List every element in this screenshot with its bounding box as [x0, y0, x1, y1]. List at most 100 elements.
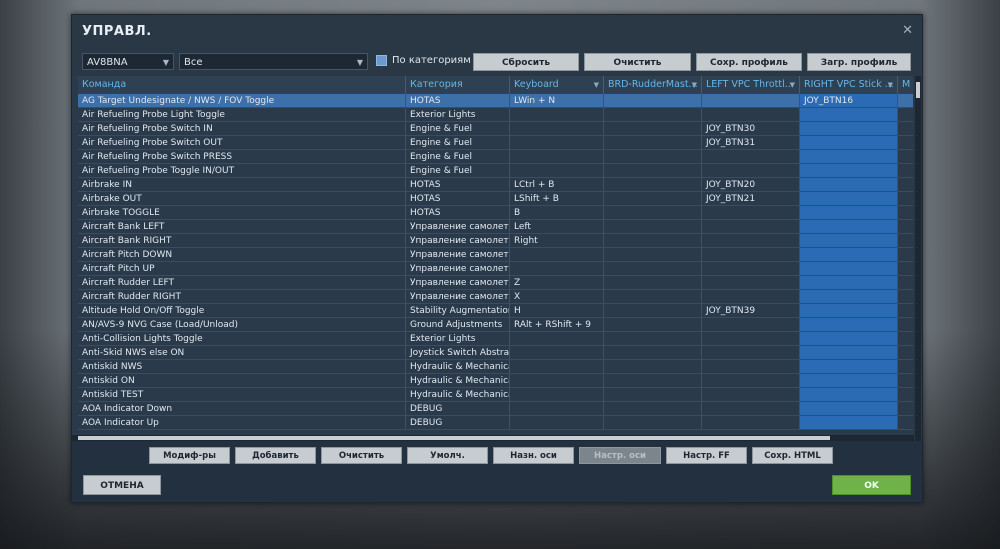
table-row[interactable]: Air Refueling Probe Switch IN Engine & Fu… [72, 122, 913, 136]
cell-brd[interactable] [604, 276, 702, 290]
cell-more[interactable] [898, 234, 913, 248]
cell-more[interactable] [898, 192, 913, 206]
cell-kb[interactable] [510, 416, 604, 430]
cell-right[interactable] [800, 164, 898, 178]
cell-more[interactable] [898, 136, 913, 150]
cell-left[interactable] [702, 150, 800, 164]
cell-kb[interactable]: Right [510, 234, 604, 248]
cell-right[interactable] [800, 304, 898, 318]
cell-left[interactable] [702, 318, 800, 332]
cell-left[interactable] [702, 234, 800, 248]
cell-kb[interactable] [510, 248, 604, 262]
cell-left[interactable]: JOY_BTN39 [702, 304, 800, 318]
cell-cat[interactable]: Управление самолетом [406, 248, 510, 262]
cell-right[interactable] [800, 402, 898, 416]
table-row[interactable]: Altitude Hold On/Off Toggle Stability Aug… [72, 304, 913, 318]
cell-cat[interactable]: Exterior Lights [406, 108, 510, 122]
cell-kb[interactable] [510, 360, 604, 374]
cell-more[interactable] [898, 150, 913, 164]
cell-brd[interactable] [604, 332, 702, 346]
table-row[interactable]: Aircraft Pitch DOWN Управление самолетом [72, 248, 913, 262]
cell-left[interactable]: JOY_BTN20 [702, 178, 800, 192]
cell-left[interactable]: JOY_BTN31 [702, 136, 800, 150]
cell-kb[interactable] [510, 164, 604, 178]
cancel-button[interactable]: ОТМЕНА [83, 475, 161, 495]
save-profile-button[interactable]: Сохр. профиль [696, 53, 802, 71]
cell-left[interactable] [702, 388, 800, 402]
table-row[interactable]: Antiskid TEST Hydraulic & Mechanical [72, 388, 913, 402]
cell-right[interactable]: JOY_BTN16 [800, 94, 898, 108]
cell-cmd[interactable]: AN/AVS-9 NVG Case (Load/Unload) [78, 318, 406, 332]
cell-cat[interactable]: Engine & Fuel [406, 122, 510, 136]
horizontal-scrollbar-thumb[interactable] [78, 436, 830, 440]
cell-cat[interactable]: DEBUG [406, 402, 510, 416]
cell-left[interactable] [702, 206, 800, 220]
cell-more[interactable] [898, 164, 913, 178]
cell-kb[interactable]: Left [510, 220, 604, 234]
cell-cmd[interactable]: Aircraft Rudder RIGHT [78, 290, 406, 304]
cell-kb[interactable] [510, 108, 604, 122]
add-button[interactable]: Добавить [235, 447, 316, 464]
modifiers-button[interactable]: Модиф-ры [149, 447, 230, 464]
cell-brd[interactable] [604, 262, 702, 276]
cell-more[interactable] [898, 416, 913, 430]
cell-brd[interactable] [604, 192, 702, 206]
cell-cmd[interactable]: Aircraft Bank RIGHT [78, 234, 406, 248]
cell-kb[interactable] [510, 262, 604, 276]
cell-right[interactable] [800, 388, 898, 402]
cell-kb[interactable] [510, 150, 604, 164]
cell-right[interactable] [800, 192, 898, 206]
cell-cmd[interactable]: Anti-Skid NWS else ON [78, 346, 406, 360]
cell-cat[interactable]: Управление самолетом [406, 220, 510, 234]
cell-left[interactable] [702, 108, 800, 122]
cell-brd[interactable] [604, 248, 702, 262]
cell-more[interactable] [898, 220, 913, 234]
cell-left[interactable] [702, 360, 800, 374]
cell-left[interactable]: JOY_BTN21 [702, 192, 800, 206]
vertical-scrollbar-thumb[interactable] [916, 82, 920, 98]
cell-cat[interactable]: Engine & Fuel [406, 164, 510, 178]
assign-axis-button[interactable]: Назн. оси [493, 447, 574, 464]
cell-kb[interactable]: X [510, 290, 604, 304]
cell-brd[interactable] [604, 136, 702, 150]
cell-cmd[interactable]: Air Refueling Probe Toggle IN/OUT [78, 164, 406, 178]
cell-more[interactable] [898, 178, 913, 192]
cell-cmd[interactable]: Airbrake IN [78, 178, 406, 192]
cell-right[interactable] [800, 276, 898, 290]
cell-right[interactable] [800, 360, 898, 374]
table-row[interactable]: Aircraft Rudder RIGHT Управление самолето… [72, 290, 913, 304]
table-row[interactable]: Aircraft Pitch UP Управление самолетом [72, 262, 913, 276]
table-row[interactable]: Air Refueling Probe Light Toggle Exterior… [72, 108, 913, 122]
cell-left[interactable] [702, 262, 800, 276]
cell-brd[interactable] [604, 346, 702, 360]
cell-kb[interactable]: RAlt + RShift + 9 [510, 318, 604, 332]
column-header-command[interactable]: Команда [78, 76, 406, 94]
cell-cmd[interactable]: AOA Indicator Down [78, 402, 406, 416]
table-row[interactable]: Antiskid ON Hydraulic & Mechanical [72, 374, 913, 388]
cell-brd[interactable] [604, 290, 702, 304]
column-header-category[interactable]: Категория [406, 76, 510, 94]
cell-left[interactable] [702, 374, 800, 388]
cell-right[interactable] [800, 262, 898, 276]
cell-brd[interactable] [604, 416, 702, 430]
table-row[interactable]: AG Target Undesignate / NWS / FOV Toggle… [72, 94, 913, 108]
cell-kb[interactable]: LCtrl + B [510, 178, 604, 192]
cell-brd[interactable] [604, 318, 702, 332]
cell-kb[interactable]: H [510, 304, 604, 318]
column-header-keyboard[interactable]: Keyboard ▼ [510, 76, 604, 94]
cell-cmd[interactable]: Antiskid TEST [78, 388, 406, 402]
cell-right[interactable] [800, 318, 898, 332]
cell-cat[interactable]: Ground Adjustments [406, 318, 510, 332]
cell-left[interactable] [702, 248, 800, 262]
cell-more[interactable] [898, 290, 913, 304]
cell-more[interactable] [898, 94, 913, 108]
cell-cat[interactable]: DEBUG [406, 416, 510, 430]
table-row[interactable]: Anti-Skid NWS else ON Joystick Switch Abs… [72, 346, 913, 360]
cell-cat[interactable]: Управление самолетом [406, 290, 510, 304]
cell-cat[interactable]: Управление самолетом [406, 262, 510, 276]
cell-left[interactable] [702, 276, 800, 290]
vertical-scrollbar[interactable] [915, 76, 921, 441]
cell-cat[interactable]: Управление самолетом [406, 276, 510, 290]
cell-kb[interactable]: LWin + N [510, 94, 604, 108]
table-row[interactable]: Airbrake TOGGLE HOTAS B [72, 206, 913, 220]
